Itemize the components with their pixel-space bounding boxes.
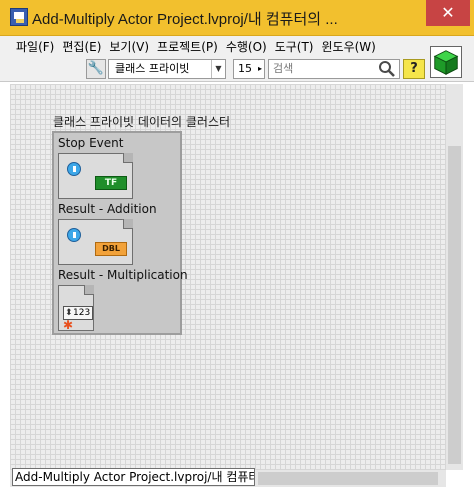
close-button[interactable]: ✕ <box>426 0 470 26</box>
window-title: Add-Multiply Actor Project.lvproj/내 컴퓨터의… <box>32 11 338 28</box>
horizontal-scroll-thumb[interactable] <box>258 472 438 485</box>
class-cube-icon[interactable] <box>430 46 462 78</box>
event-bulb-icon <box>67 228 81 242</box>
dog-ear-corner <box>84 285 94 295</box>
element-label-result-addition: Result - Addition <box>58 202 157 216</box>
menu-view[interactable]: 보기(V) <box>101 38 149 55</box>
dog-ear-corner <box>123 219 133 229</box>
menu-operate[interactable]: 수행(O) <box>218 38 267 55</box>
toolbar: 🔧 클래스 프라이빗 ▼ 15 ▸ 검색 ? <box>0 56 474 82</box>
project-context-label[interactable]: Add-Multiply Actor Project.lvproj/내 컴퓨터 <box>12 468 255 486</box>
labview-app-icon[interactable] <box>10 8 28 26</box>
font-size-value: 15 <box>238 62 252 75</box>
class-scope-select[interactable]: 클래스 프라이빗 ▼ <box>108 59 226 79</box>
star-icon: ✱ <box>63 318 74 332</box>
chevron-right-icon: ▸ <box>257 64 262 73</box>
menu-project[interactable]: 프로젝트(P) <box>149 38 218 55</box>
search-icon[interactable] <box>378 60 396 78</box>
menu-file[interactable]: 파일(F) <box>0 38 54 55</box>
class-scope-value: 클래스 프라이빗 <box>115 62 190 75</box>
menu-edit[interactable]: 편집(E) <box>54 38 101 55</box>
stop-event-control[interactable]: TF <box>58 153 133 199</box>
menu-tools[interactable]: 도구(T) <box>267 38 314 55</box>
menu-window[interactable]: 윈도우(W) <box>313 38 375 55</box>
dog-ear-corner <box>123 153 133 163</box>
dbl-terminal: DBL <box>95 242 127 256</box>
chevron-down-icon[interactable]: ▼ <box>211 60 225 78</box>
font-size-select[interactable]: 15 ▸ <box>233 59 265 79</box>
search-placeholder: 검색 <box>273 62 294 75</box>
vertical-scrollbar[interactable] <box>446 84 463 470</box>
element-label-stop-event: Stop Event <box>58 136 124 150</box>
event-bulb-icon <box>67 162 81 176</box>
private-data-cluster[interactable]: Stop Event TF Result - Addition DBL Resu… <box>52 131 188 335</box>
element-label-result-multiplication: Result - Multiplication <box>58 268 188 282</box>
result-addition-control[interactable]: DBL <box>58 219 133 265</box>
vertical-scroll-thumb[interactable] <box>448 146 461 464</box>
menu-bar: 파일(F) 편집(E) 보기(V) 프로젝트(P) 수행(O) 도구(T) 윈도… <box>0 36 474 56</box>
boolean-terminal: TF <box>95 176 127 190</box>
wrench-icon[interactable]: 🔧 <box>86 59 106 79</box>
cluster-label: 클래스 프라이빗 데이터의 클러스터 <box>53 115 231 129</box>
title-bar: Add-Multiply Actor Project.lvproj/내 컴퓨터의… <box>0 0 474 36</box>
context-help-button[interactable]: ? <box>403 59 425 79</box>
